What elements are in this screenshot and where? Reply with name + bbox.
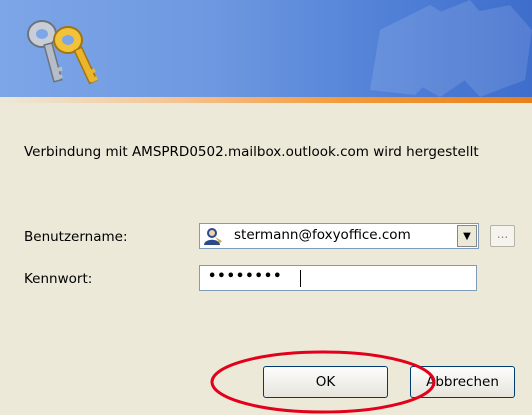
cancel-button[interactable]: Abbrechen bbox=[410, 366, 515, 398]
text-caret bbox=[300, 270, 301, 287]
chevron-down-icon: ▼ bbox=[463, 230, 471, 242]
banner-accent-stripe bbox=[0, 97, 532, 103]
password-masked-value: •••••••• bbox=[208, 269, 283, 284]
keys-icon bbox=[27, 20, 99, 85]
username-combobox[interactable]: stermann@foxyoffice.com ▼ bbox=[199, 223, 479, 249]
ok-button[interactable]: OK bbox=[263, 366, 388, 398]
browse-users-button[interactable]: ... bbox=[490, 225, 515, 247]
keys-watermark-icon bbox=[370, 0, 532, 97]
username-label: Benutzername: bbox=[24, 229, 128, 245]
connection-message: Verbindung mit AMSPRD0502.mailbox.outloo… bbox=[24, 144, 479, 160]
header-banner bbox=[0, 0, 532, 97]
password-field[interactable]: •••••••• bbox=[199, 265, 477, 291]
username-dropdown-button[interactable]: ▼ bbox=[457, 225, 477, 247]
user-icon bbox=[204, 228, 222, 245]
username-value: stermann@foxyoffice.com bbox=[234, 227, 411, 243]
password-label: Kennwort: bbox=[24, 271, 93, 287]
